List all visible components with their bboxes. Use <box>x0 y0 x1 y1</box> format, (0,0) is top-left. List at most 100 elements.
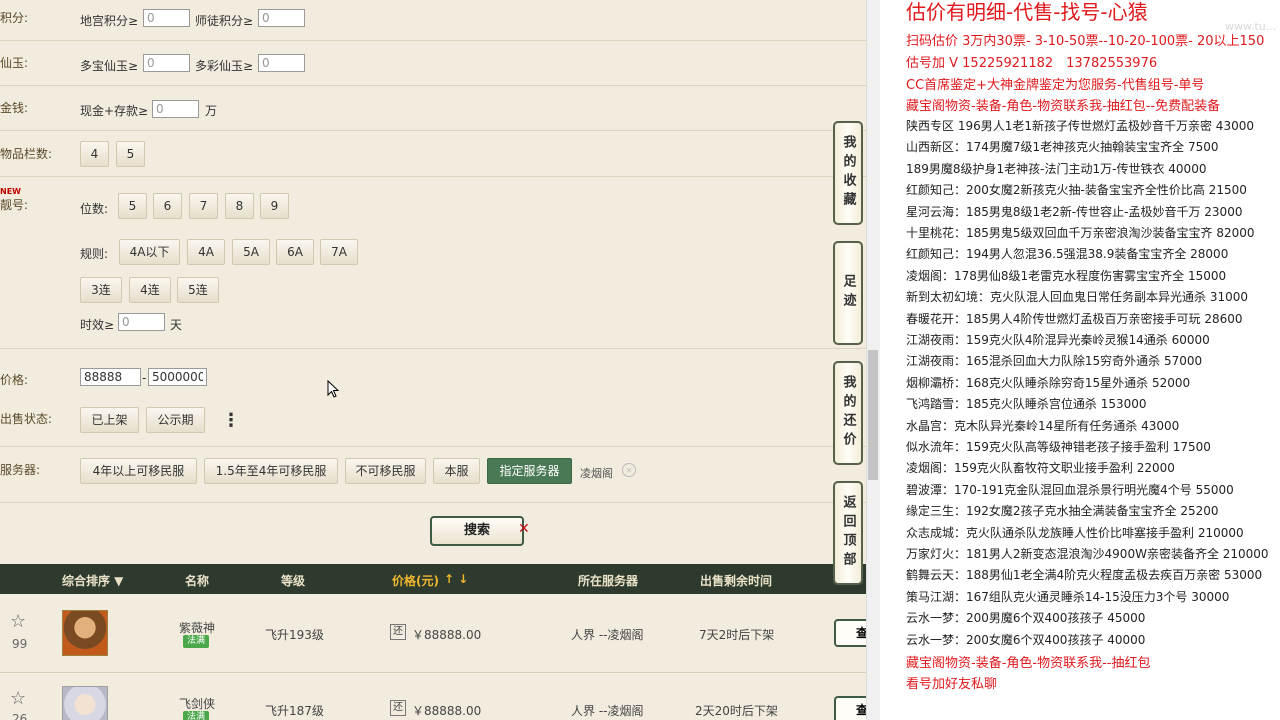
price-max-input[interactable] <box>148 368 207 386</box>
my-favorites-tab[interactable]: 我的收藏 <box>833 121 863 225</box>
inventory-option-5[interactable]: 5 <box>116 141 145 167</box>
note-line: 红颜知己：200女魔2新孩克火抽-装备宝宝齐全性价比高 21500 <box>906 183 1247 198</box>
validity-unit: 天 <box>170 318 183 332</box>
divider <box>0 446 866 447</box>
note-line: 扫码估价 3万内30票- 3-10-50票--10-20-100票- 20以上1… <box>906 34 1265 49</box>
view-button[interactable]: 查 <box>834 696 866 720</box>
duobao-jade-label: 多宝仙玉≥ <box>80 59 139 73</box>
sort-comprehensive-header[interactable]: 综合排序 ▼ <box>62 572 123 589</box>
more-options-icon[interactable]: ⋮ <box>222 410 240 432</box>
my-bargains-tab[interactable]: 我的还价 <box>833 361 863 465</box>
clear-server-icon[interactable]: ✕ <box>622 463 636 477</box>
role-server: 人界 --凌烟阁 <box>571 704 644 718</box>
avatar <box>62 610 108 656</box>
jade-label: 仙玉: <box>0 56 29 70</box>
note-line: 189男魔8级护身1老神孩-法门主动1万-传世铁衣 40000 <box>906 161 1207 176</box>
role-name[interactable]: 飞剑侠 <box>179 695 215 712</box>
server-1-5to4y-migratable-button[interactable]: 1.5年至4年可移民服 <box>204 458 338 484</box>
cash-input[interactable] <box>152 100 199 118</box>
scrollbar-thumb[interactable] <box>868 350 878 480</box>
server-specified-button[interactable]: 指定服务器 <box>487 458 572 484</box>
points-label: 积分: <box>0 11 29 25</box>
note-line: 飞鸿踏雪：185克火队睡杀宫位通杀 153000 <box>906 397 1147 412</box>
view-button[interactable]: 查 <box>834 619 866 647</box>
note-line: CC首席鉴定+大神金牌鉴定为您服务-代售组号-单号 <box>906 78 1205 93</box>
avatar <box>62 686 108 720</box>
note-line: 云水一梦：200男魔6个双400孩孩子 45000 <box>906 611 1146 626</box>
duocai-jade-label: 多彩仙玉≥ <box>195 59 254 73</box>
favorite-count: 99 <box>12 637 28 651</box>
role-level: 飞升187级 <box>265 704 324 718</box>
server-4y-migratable-button[interactable]: 4年以上可移民服 <box>80 458 197 484</box>
footprint-tab[interactable]: 足迹 <box>833 241 863 345</box>
master-points-label: 师徒积分≥ <box>195 14 254 28</box>
rule-option-5a[interactable]: 5A <box>232 239 270 265</box>
digits-option-9[interactable]: 9 <box>260 193 289 219</box>
note-line: 鹤舞云天：188男仙1老全满4阶克火程度孟极去疾百万亲密 53000 <box>906 568 1263 583</box>
note-line: 藏宝阁物资-装备-角色-物资联系我--抽红包 <box>906 656 1151 671</box>
note-line: 十里桃花：185男鬼5级双回血千万亲密浪淘沙装备宝宝齐 82000 <box>906 226 1255 240</box>
price-dash: - <box>142 371 147 385</box>
rule-option-under-4a[interactable]: 4A以下 <box>119 239 180 265</box>
favorite-count: 26 <box>12 712 28 720</box>
note-line: 红颜知己：194男人忽混36.5强混38.9装备宝宝齐全 28000 <box>906 247 1229 262</box>
note-line: 陕西专区 196男人1老1新孩子传世燃灯孟极妙音千万亲密 43000 <box>906 119 1254 133</box>
note-line: 江湖夜雨：165混杀回血大力队除15穷奇外通杀 57000 <box>906 354 1203 369</box>
note-line: 众志成城：克火队通杀队龙族睡人性价比啡塞接手盈利 210000 <box>906 525 1244 540</box>
digits-option-7[interactable]: 7 <box>189 193 218 219</box>
sequence-option-3[interactable]: 3连 <box>80 277 122 303</box>
role-tag-badge: 法满 <box>183 635 210 648</box>
role-name[interactable]: 紫薇神 <box>179 619 215 636</box>
server-header: 所在服务器 <box>578 574 639 588</box>
sequence-option-4[interactable]: 4连 <box>129 277 171 303</box>
price-min-input[interactable] <box>80 368 141 386</box>
money-label: 金钱: <box>0 101 29 115</box>
note-line: 江湖夜雨：159克火队4阶混异光秦岭灵猴14通杀 60000 <box>906 333 1210 347</box>
server-non-migratable-button[interactable]: 不可移民服 <box>345 458 426 484</box>
role-price: ￥88888.00 <box>412 628 482 642</box>
master-points-input[interactable] <box>258 9 305 27</box>
role-price: ￥88888.00 <box>412 704 482 718</box>
divider <box>0 40 866 41</box>
duocai-jade-input[interactable] <box>258 54 305 72</box>
favorite-star-icon[interactable]: ☆ <box>10 688 26 709</box>
price-sort-arrows-icon[interactable]: ↑ ↓ <box>444 572 468 586</box>
divider <box>0 348 866 349</box>
rule-option-4a[interactable]: 4A <box>187 239 225 265</box>
role-remaining-time: 7天2时后下架 <box>699 628 775 642</box>
remaining-time-header: 出售剩余时间 <box>700 574 773 588</box>
pretty-id-label: 靓号: <box>0 198 29 212</box>
divider <box>0 130 866 131</box>
note-line: 估号加 V 15225921182 13782553976 <box>906 56 1158 71</box>
rule-option-6a[interactable]: 6A <box>276 239 314 265</box>
search-button[interactable]: 搜索 <box>430 516 524 546</box>
validity-input[interactable] <box>118 313 165 331</box>
rule-option-7a[interactable]: 7A <box>320 239 358 265</box>
note-line: 万家灯火：181男人2新变态混浪淘沙4900W亲密装备齐全 210000 <box>906 547 1269 561</box>
price-header[interactable]: 价格(元) <box>392 572 439 589</box>
digits-label: 位数: <box>80 202 109 216</box>
favorite-star-icon[interactable]: ☆ <box>10 611 26 632</box>
server-label: 服务器: <box>0 463 41 477</box>
digits-option-6[interactable]: 6 <box>153 193 182 219</box>
status-public-period-button[interactable]: 公示期 <box>146 407 205 433</box>
digits-option-5[interactable]: 5 <box>118 193 147 219</box>
server-this-server-button[interactable]: 本服 <box>433 458 480 484</box>
bargain-icon: 还 <box>390 700 406 716</box>
mouse-cursor-icon <box>327 380 339 398</box>
back-to-top-tab[interactable]: 返回顶部 <box>833 481 863 585</box>
note-line: 星河云海：185男鬼8级1老2新-传世容止-孟极妙音千万 23000 <box>906 204 1243 219</box>
palace-points-input[interactable] <box>143 9 190 27</box>
note-line: 水晶宫：克木队异光秦岭14星所有任务通杀 43000 <box>906 418 1180 433</box>
note-line: 藏宝阁物资-装备-角色-物资联系我-抽红包--免费配装备 <box>906 99 1221 114</box>
new-badge: NEW <box>0 187 21 196</box>
sequence-option-5[interactable]: 5连 <box>177 277 219 303</box>
inventory-option-4[interactable]: 4 <box>80 141 109 167</box>
duobao-jade-input[interactable] <box>143 54 190 72</box>
name-header: 名称 <box>185 574 210 588</box>
notes-panel: 估价有明细-代售-找号-心猿 www.tu... 扫码估价 3万内30票- 3-… <box>880 0 1280 720</box>
digits-option-8[interactable]: 8 <box>225 193 254 219</box>
status-on-sale-button[interactable]: 已上架 <box>80 407 139 433</box>
cash-label: 现金+存款≥ <box>80 104 149 118</box>
note-line: 策马江湖：167组队克火通灵睡杀14-15没压力3个号 30000 <box>906 589 1230 604</box>
